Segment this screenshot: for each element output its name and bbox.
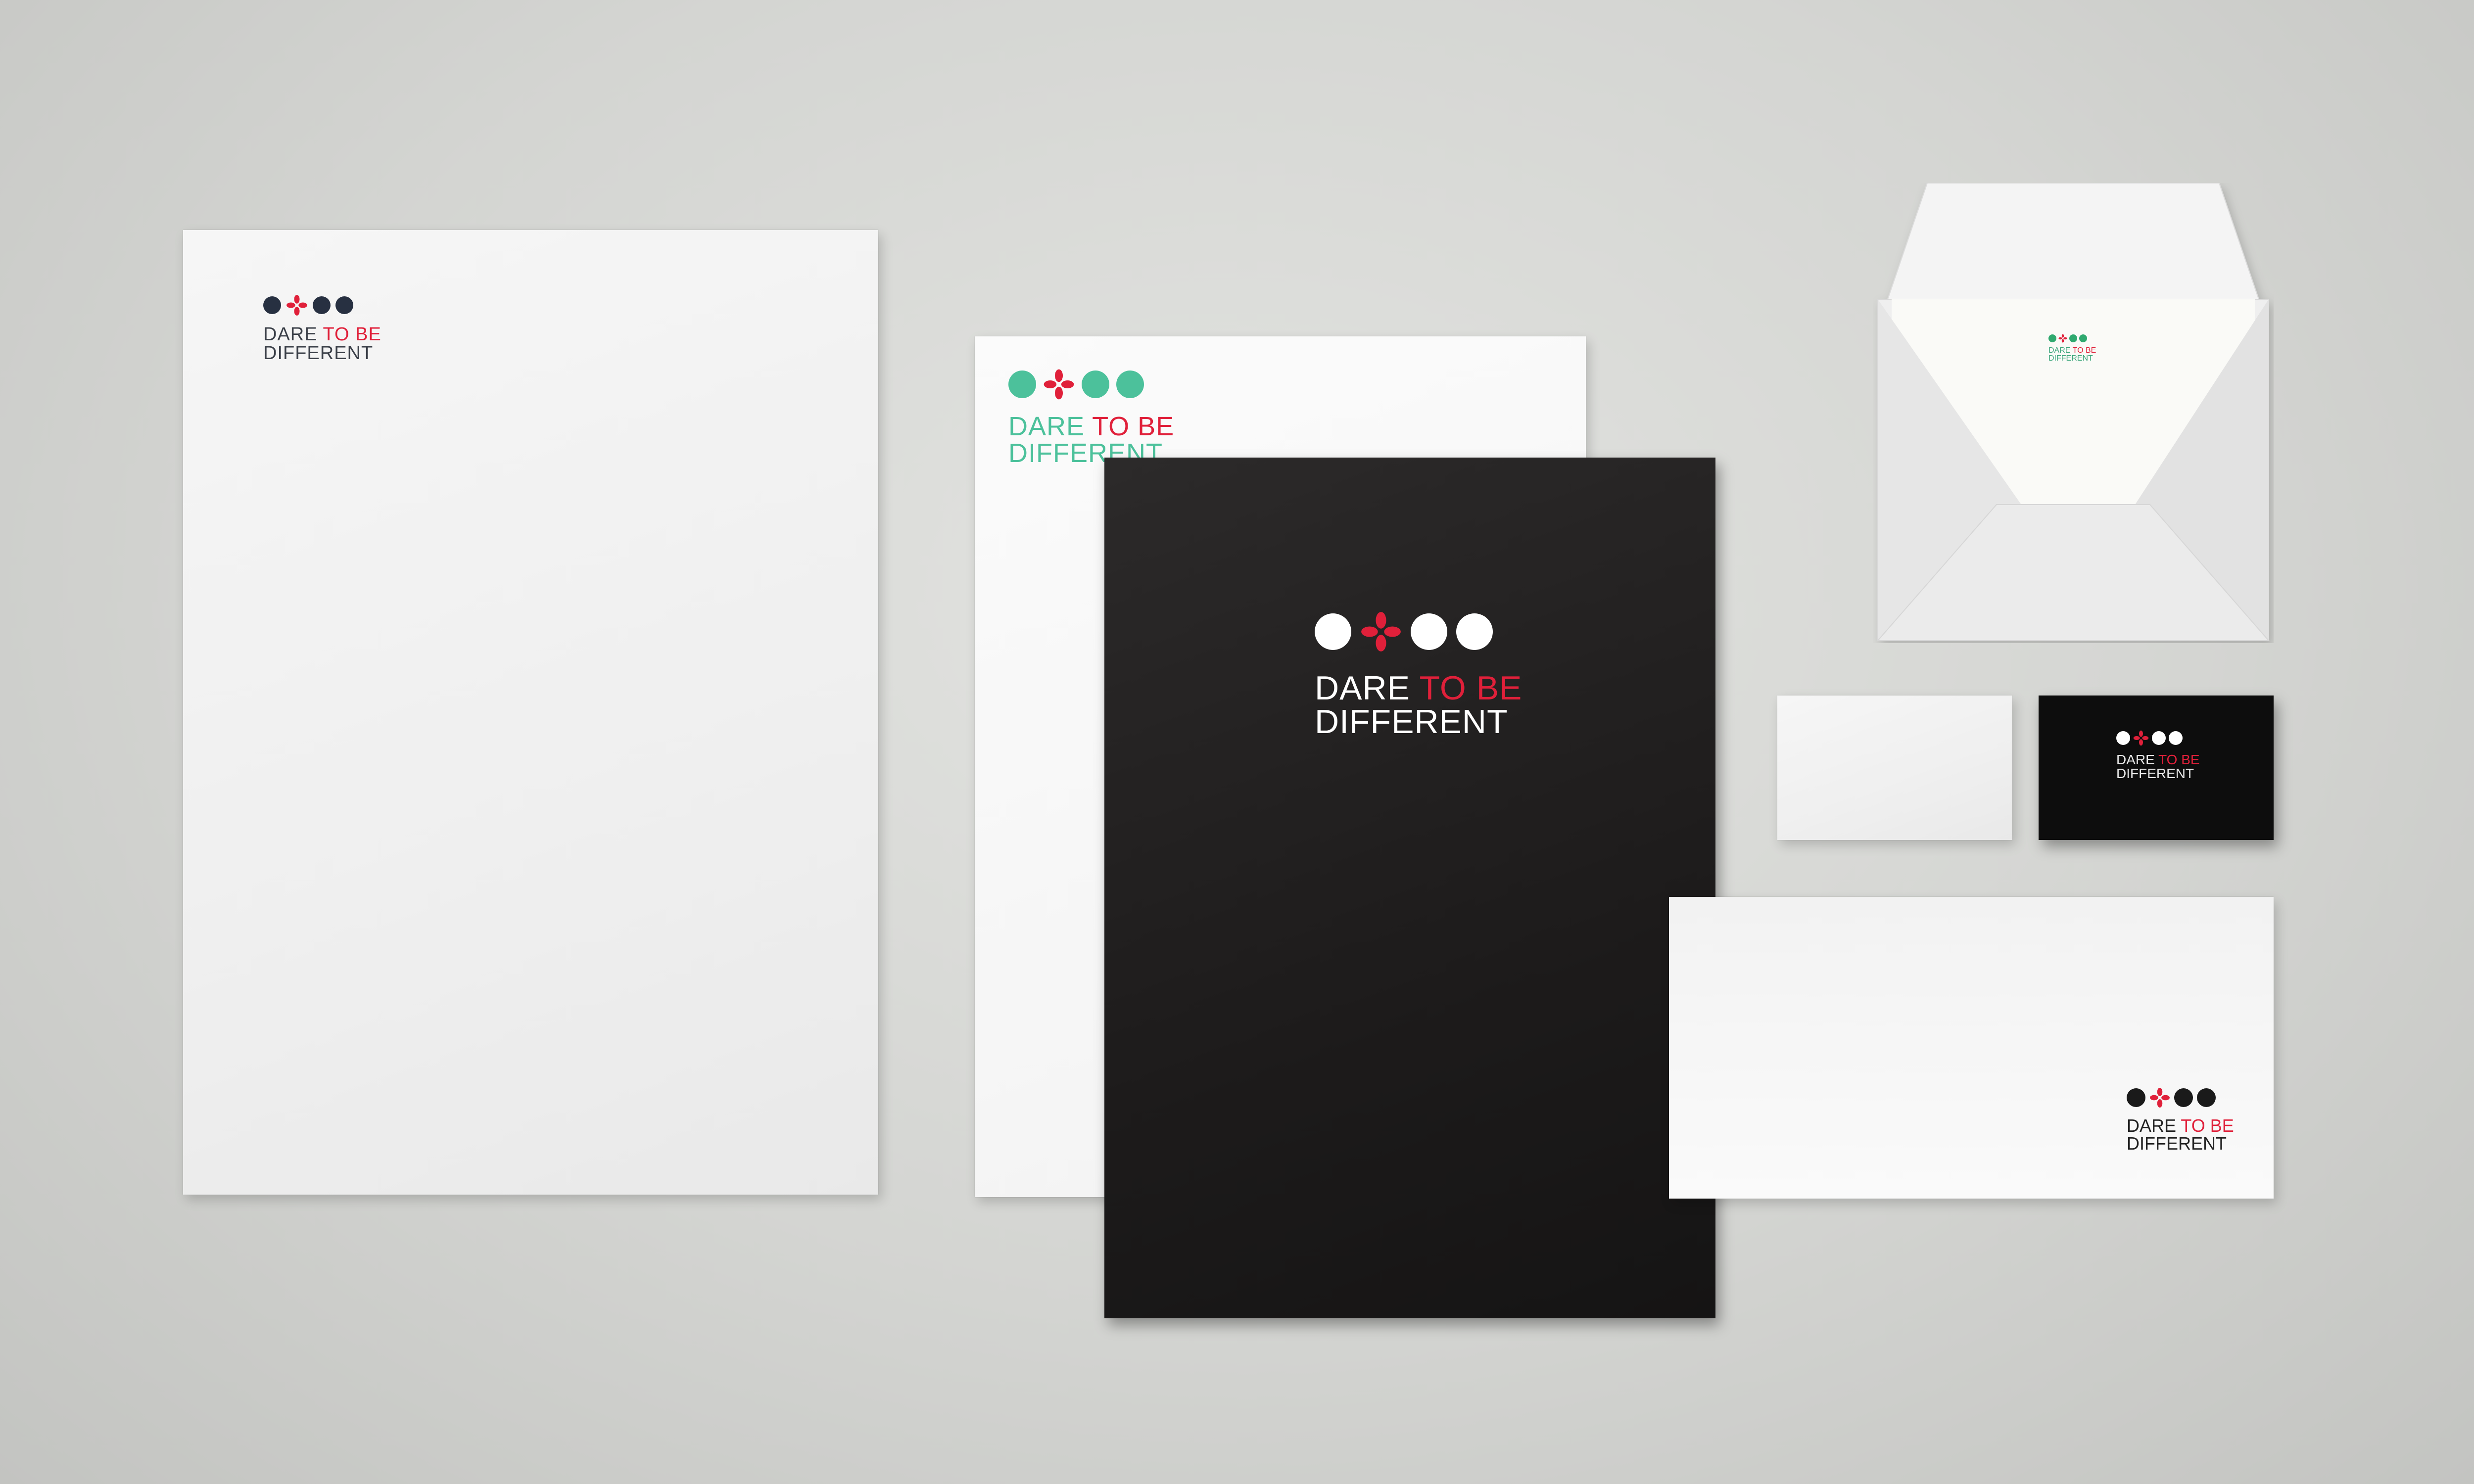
flower-icon	[286, 295, 307, 316]
logo-dots	[2048, 334, 2096, 343]
brand-tagline: DARE TO BE DIFFERENT	[2048, 347, 2096, 363]
dl-envelope: DARE TO BE DIFFERENT	[1669, 897, 2274, 1199]
logo-dots	[263, 294, 381, 316]
folder-black: DARE TO BE DIFFERENT	[1104, 458, 1715, 1318]
tagline-dare: DARE	[2116, 752, 2155, 767]
brand-tagline: DARE TO BE DIFFERENT	[1315, 671, 1522, 739]
logo-dot	[1082, 371, 1109, 398]
brand-logo-envelope: DARE TO BE DIFFERENT	[2127, 1087, 2234, 1153]
brand-logo-white: DARE TO BE DIFFERENT	[1315, 611, 1522, 739]
logo-dots	[1008, 369, 1174, 400]
logo-dot	[2197, 1088, 2216, 1107]
logo-dot	[2079, 334, 2087, 342]
stationery-mockup-scene: { "brand": { "line1_a": "DARE", "line1_b…	[0, 0, 2474, 1484]
tagline-to-be: TO BE	[2158, 752, 2200, 767]
flower-icon	[1044, 369, 1074, 400]
tagline-dare: DARE	[1008, 412, 1085, 441]
business-card-white	[1777, 696, 2012, 840]
brand-tagline: DARE TO BE DIFFERENT	[263, 325, 381, 363]
open-envelope: DARE TO BE DIFFERENT	[1873, 183, 2274, 643]
logo-dot	[1315, 613, 1351, 650]
envelope-shape	[1876, 183, 2270, 641]
tagline-different: DIFFERENT	[2048, 354, 2093, 363]
tagline-different: DIFFERENT	[1315, 703, 1508, 741]
tagline-dare: DARE	[2048, 346, 2071, 355]
tagline-dare: DARE	[2127, 1115, 2177, 1136]
tagline-to-be: TO BE	[2072, 346, 2096, 355]
tagline-to-be: TO BE	[2181, 1115, 2234, 1136]
flower-icon	[2058, 334, 2067, 343]
brand-logo-teal: DARE TO BE DIFFERENT	[1008, 369, 1174, 466]
logo-dot	[263, 296, 281, 314]
logo-dot	[2152, 731, 2166, 745]
logo-dot	[1456, 613, 1493, 650]
tagline-different: DIFFERENT	[2127, 1133, 2227, 1154]
brand-tagline: DARE TO BE DIFFERENT	[2116, 753, 2200, 781]
logo-dot	[313, 296, 331, 314]
logo-dot	[1008, 371, 1036, 398]
tagline-dare: DARE	[1315, 669, 1410, 707]
tagline-to-be: TO BE	[1092, 412, 1175, 441]
tagline-different: DIFFERENT	[263, 343, 374, 364]
tagline-to-be: TO BE	[323, 324, 381, 345]
brand-logo-card: DARE TO BE DIFFERENT	[2116, 730, 2200, 781]
brand-tagline: DARE TO BE DIFFERENT	[2127, 1117, 2234, 1153]
logo-dots	[2116, 730, 2200, 746]
letterhead-large: DARE TO BE DIFFERENT	[183, 230, 878, 1195]
logo-dots	[1315, 611, 1522, 652]
logo-dot	[2174, 1088, 2193, 1107]
tagline-to-be: TO BE	[1419, 669, 1522, 707]
logo-dots	[2127, 1087, 2234, 1108]
logo-dot	[335, 296, 353, 314]
logo-dot	[1411, 613, 1447, 650]
flower-icon	[2133, 730, 2149, 746]
business-card-black: DARE TO BE DIFFERENT	[2039, 696, 2274, 840]
logo-dot	[2169, 731, 2183, 745]
logo-dot	[1116, 371, 1144, 398]
logo-dot	[2127, 1088, 2145, 1107]
tagline-different: DIFFERENT	[2116, 766, 2194, 781]
logo-dot	[2116, 731, 2130, 745]
brand-logo: DARE TO BE DIFFERENT	[263, 294, 381, 363]
brand-logo-small: DARE TO BE DIFFERENT	[2048, 334, 2096, 363]
tagline-dare: DARE	[263, 324, 318, 345]
logo-dot	[2048, 334, 2056, 342]
flower-icon	[1361, 612, 1401, 651]
flower-icon	[2150, 1088, 2170, 1108]
logo-dot	[2069, 334, 2077, 342]
